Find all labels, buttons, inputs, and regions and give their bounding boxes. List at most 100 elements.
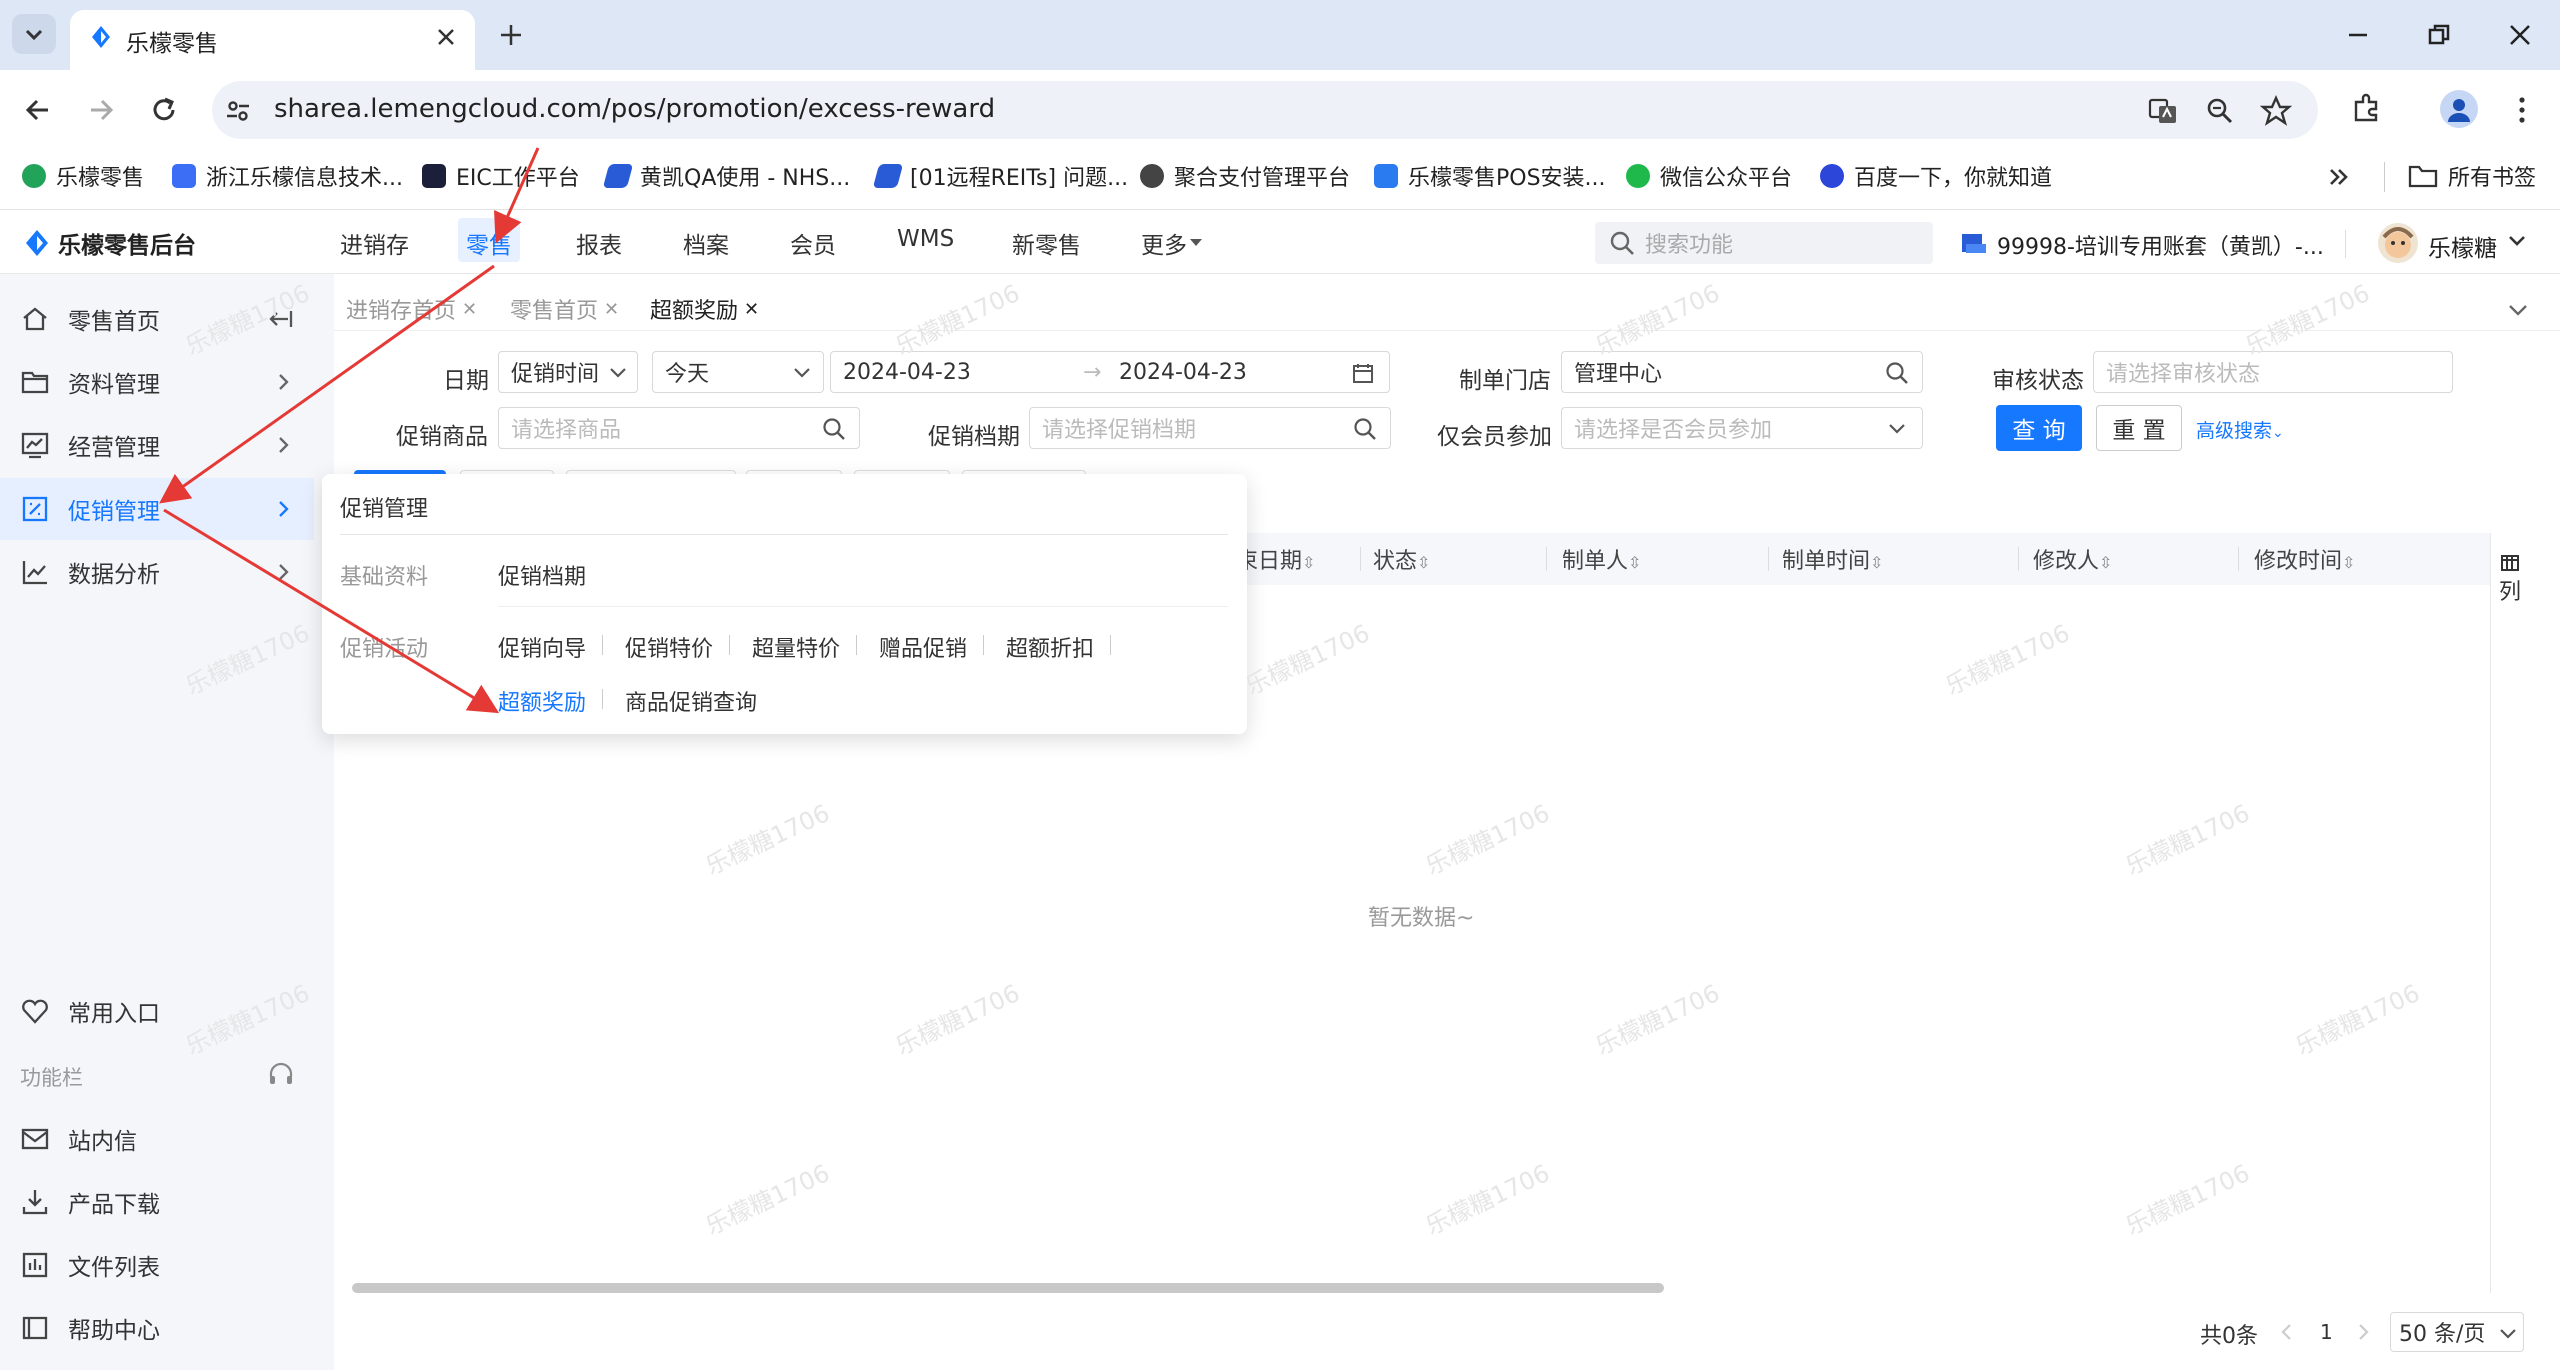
product-input[interactable]: 请选择商品 — [498, 407, 860, 449]
chevron-down-icon[interactable] — [2508, 234, 2526, 248]
date-type-select[interactable]: 促销时间 — [498, 351, 638, 393]
sidebar-item-data-management[interactable]: 资料管理 — [20, 360, 160, 404]
col-modifier[interactable]: 修改人⇳ — [2033, 543, 2112, 575]
bookmark-item[interactable]: 乐檬零售POS安装... — [1374, 158, 1606, 194]
collapse-sidebar-icon[interactable] — [268, 307, 294, 331]
sidebar-item-retail-home[interactable]: 零售首页 — [20, 297, 160, 341]
sidebar-item-data-analysis[interactable]: 数据分析 — [20, 550, 160, 594]
omnibox[interactable]: sharea.lemengcloud.com/pos/promotion/exc… — [212, 81, 2318, 139]
search-icon[interactable] — [1352, 416, 1378, 442]
browser-menu-icon[interactable] — [2512, 94, 2532, 126]
col-create-time[interactable]: 制单时间⇳ — [1782, 543, 1883, 575]
nav-wms[interactable]: WMS — [897, 226, 954, 252]
next-page-icon[interactable] — [2354, 1322, 2372, 1342]
site-info-icon[interactable] — [224, 97, 252, 125]
sidebar-item-downloads[interactable]: 产品下载 — [20, 1180, 160, 1224]
back-icon[interactable] — [22, 94, 54, 126]
column-settings-button[interactable]: 列 — [2497, 553, 2523, 606]
menu-item-promo-special-price[interactable]: 促销特价 — [625, 631, 713, 663]
menu-item-gift-promo[interactable]: 赠品促销 — [879, 631, 967, 663]
app-logo[interactable]: 乐檬零售后台 — [22, 226, 196, 260]
menu-item-excess-reward[interactable]: 超额奖励 — [498, 685, 586, 717]
date-range-picker[interactable]: 2024-04-23 → 2024-04-23 — [830, 351, 1390, 393]
nav-more[interactable]: 更多 — [1141, 226, 1187, 260]
minimize-icon[interactable] — [2345, 22, 2371, 48]
store-input[interactable]: 管理中心 — [1561, 351, 1923, 393]
forward-icon[interactable] — [85, 94, 117, 126]
extensions-icon[interactable] — [2350, 92, 2384, 126]
bookmark-item[interactable]: 百度一下，你就知道 — [1820, 158, 2052, 194]
close-tab-icon[interactable] — [435, 26, 457, 48]
nav-archives[interactable]: 档案 — [683, 226, 729, 260]
bookmark-item[interactable]: [01远程REITs] 问题... — [872, 158, 1128, 194]
bookmark-star-icon[interactable] — [2260, 95, 2292, 127]
menu-item-excess-qty-price[interactable]: 超量特价 — [752, 631, 840, 663]
col-status[interactable]: 状态⇳ — [1373, 543, 1430, 575]
search-icon[interactable] — [821, 416, 847, 442]
menu-item-promo-wizard[interactable]: 促销向导 — [498, 631, 586, 663]
nav-retail[interactable]: 零售 — [466, 226, 512, 260]
menu-item-promo-period[interactable]: 促销档期 — [498, 559, 586, 591]
browser-tab[interactable]: 乐檬零售 — [70, 10, 475, 70]
bookmark-item[interactable]: 聚合支付管理平台 — [1140, 158, 1350, 194]
current-page[interactable]: 1 — [2320, 1320, 2333, 1344]
nav-members[interactable]: 会员 — [790, 226, 836, 260]
cartoon-avatar-icon — [2382, 227, 2414, 258]
account-switcher[interactable]: 99998-培训专用账套（黄凯）-... — [1997, 229, 2324, 261]
function-search-input[interactable]: 搜索功能 — [1595, 222, 1933, 264]
nav-inventory[interactable]: 进销存 — [340, 226, 409, 260]
period-input[interactable]: 请选择促销档期 — [1029, 407, 1391, 449]
reset-button[interactable]: 重 置 — [2096, 405, 2182, 451]
translate-icon[interactable] — [2147, 95, 2179, 127]
date-range-select[interactable]: 今天 — [652, 351, 824, 393]
page-tab-inventory-home[interactable]: 进销存首页 ✕ — [336, 288, 487, 330]
bookmark-item[interactable]: 浙江乐檬信息技术... — [172, 158, 403, 194]
user-name[interactable]: 乐檬糖 — [2428, 229, 2497, 263]
col-end-date[interactable]: 束日期⇳ — [1236, 543, 1315, 575]
zoom-icon[interactable] — [2204, 95, 2236, 127]
sidebar-item-promotion-management[interactable]: 促销管理 — [20, 487, 160, 531]
nav-reports[interactable]: 报表 — [576, 226, 622, 260]
bookmark-item[interactable]: 黄凯QA使用 - NHS... — [602, 158, 850, 194]
search-icon[interactable] — [1884, 360, 1910, 386]
tabs-dropdown-icon[interactable] — [2500, 292, 2536, 328]
nav-new-retail[interactable]: 新零售 — [1012, 226, 1081, 260]
audit-status-select[interactable]: 请选择审核状态 — [2093, 351, 2453, 393]
tab-search-button[interactable] — [12, 14, 56, 54]
close-icon[interactable]: ✕ — [462, 299, 477, 320]
menu-item-excess-discount[interactable]: 超额折扣 — [1006, 631, 1094, 663]
page-size-select[interactable]: 50 条/页 — [2390, 1312, 2524, 1352]
close-icon[interactable]: ✕ — [744, 299, 759, 320]
page-tab-retail-home[interactable]: 零售首页 ✕ — [500, 288, 629, 330]
sidebar-common-entry[interactable]: 常用入口 — [20, 989, 160, 1033]
profile-avatar[interactable] — [2440, 90, 2478, 128]
all-bookmarks[interactable]: 所有书签 — [2408, 158, 2536, 194]
headset-icon[interactable] — [266, 1060, 296, 1090]
advanced-search-link[interactable]: 高级搜索⌄ — [2196, 416, 2284, 443]
reload-icon[interactable] — [148, 94, 180, 126]
col-modify-time[interactable]: 修改时间⇳ — [2254, 543, 2355, 575]
bookmark-item[interactable]: EIC工作平台 — [422, 158, 580, 194]
sidebar-item-business-management[interactable]: 经营管理 — [20, 423, 160, 467]
close-icon[interactable]: ✕ — [604, 299, 619, 320]
bookmark-item[interactable]: 微信公众平台 — [1626, 158, 1792, 194]
user-avatar[interactable] — [2378, 223, 2418, 263]
query-button[interactable]: 查 询 — [1996, 405, 2082, 451]
url-text: sharea.lemengcloud.com/pos/promotion/exc… — [274, 94, 996, 124]
horizontal-scrollbar[interactable] — [352, 1283, 1664, 1293]
col-creator[interactable]: 制单人⇳ — [1562, 543, 1641, 575]
columns-icon — [2501, 555, 2519, 571]
close-window-icon[interactable] — [2507, 22, 2533, 48]
sidebar-item-messages[interactable]: 站内信 — [20, 1117, 137, 1161]
sidebar-item-file-list[interactable]: 文件列表 — [20, 1243, 160, 1287]
new-tab-icon[interactable] — [498, 22, 524, 48]
prev-page-icon[interactable] — [2278, 1322, 2296, 1342]
menu-item-product-promo-query[interactable]: 商品促销查询 — [625, 685, 757, 717]
bookmark-item[interactable]: 乐檬零售 — [22, 158, 144, 194]
more-bookmarks-icon[interactable] — [2326, 164, 2352, 190]
page-tab-excess-reward[interactable]: 超额奖励 ✕ — [640, 288, 770, 330]
sidebar-item-help-center[interactable]: 帮助中心 — [20, 1306, 160, 1350]
member-only-select[interactable]: 请选择是否会员参加 — [1561, 407, 1923, 449]
restore-icon[interactable] — [2426, 22, 2452, 48]
promotion-management-flyout: 促销管理 基础资料 促销档期 促销活动 促销向导 促销特价 超量特价 赠品促销 … — [322, 474, 1247, 734]
